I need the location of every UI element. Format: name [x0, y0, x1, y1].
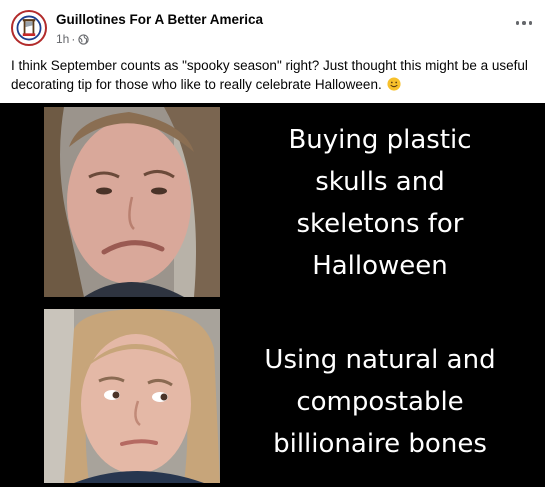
- meme-image[interactable]: Buying plastic skulls and skeletons for …: [0, 103, 545, 487]
- post-header: Guillotines For A Better America 1h ·: [0, 0, 545, 50]
- post-text: I think September counts as "spooky seas…: [11, 56, 536, 94]
- caption-line: Using natural and: [264, 345, 496, 375]
- page-name[interactable]: Guillotines For A Better America: [56, 12, 263, 27]
- disgusted-face-icon: [44, 107, 220, 297]
- page-avatar[interactable]: [11, 10, 47, 46]
- meta-separator: ·: [71, 32, 76, 46]
- caption-line: Halloween: [312, 251, 448, 281]
- caption-line: billionaire bones: [273, 429, 487, 459]
- page-logo-icon: [13, 12, 45, 44]
- more-dot: [522, 21, 526, 25]
- globe-icon: [78, 33, 90, 45]
- more-dot: [515, 21, 520, 25]
- more-options-button[interactable]: [513, 14, 535, 32]
- top-caption: Buying plastic skulls and skeletons for …: [230, 119, 530, 287]
- slightly-smiling-face-icon: [387, 77, 402, 91]
- caption-line: skeletons for: [296, 209, 464, 239]
- more-dot: [528, 21, 533, 25]
- caption-line: skulls and: [315, 167, 445, 197]
- post-text-body: I think September counts as "spooky seas…: [11, 58, 528, 92]
- disgusted-face-photo: [44, 107, 220, 297]
- intrigued-face-icon: [44, 309, 220, 483]
- caption-line: Buying plastic: [288, 125, 472, 155]
- intrigued-face-photo: [44, 309, 220, 483]
- post-time[interactable]: 1h: [56, 32, 69, 46]
- caption-line: compostable: [296, 387, 464, 417]
- post-meta: 1h ·: [56, 32, 90, 46]
- bottom-caption: Using natural and compostable billionair…: [230, 339, 530, 465]
